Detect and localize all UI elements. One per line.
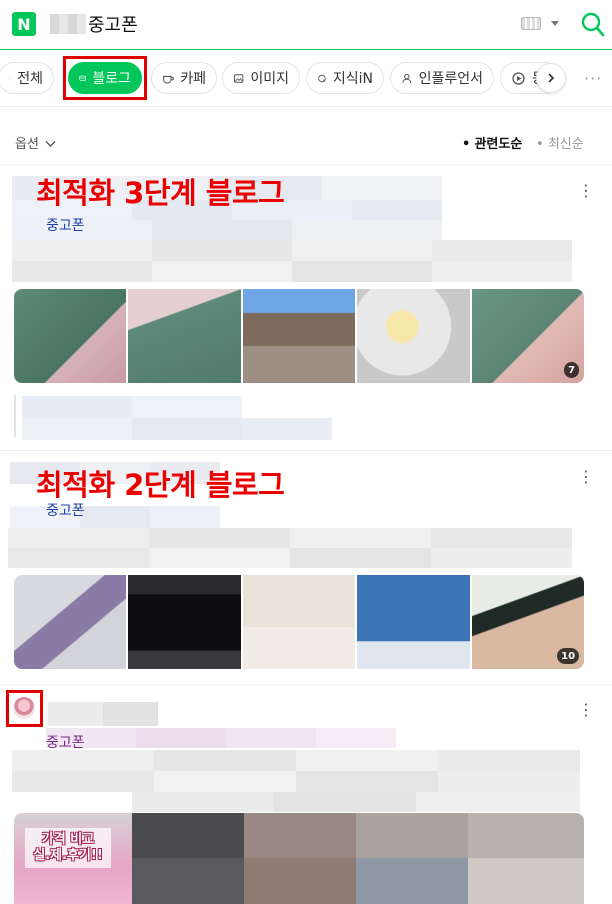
tab-all[interactable]: 전체	[0, 62, 54, 94]
image-strip[interactable]: 7	[14, 289, 584, 383]
result-divider	[0, 450, 612, 451]
sort-relevance-label: 관련도순	[474, 137, 523, 152]
annotation-title: 최적화 2단계 블로그	[36, 468, 285, 502]
knowledge-q-icon	[318, 74, 326, 82]
naver-logo[interactable]: N	[12, 12, 36, 36]
search-icon[interactable]	[580, 10, 606, 38]
chevron-right-icon	[548, 73, 555, 83]
blurred-snippet	[12, 240, 572, 282]
highlight-box-avatar	[6, 690, 43, 727]
tabs-divider	[0, 106, 612, 107]
phone-photo-thumbnail[interactable]	[357, 575, 470, 669]
sort-latest[interactable]: • 최신순	[536, 133, 584, 152]
sort-latest-label: 최신순	[547, 137, 584, 152]
highlight-box-blog-tab	[63, 56, 147, 100]
tab-cafe[interactable]: 카페	[151, 62, 217, 94]
play-circle-icon	[512, 71, 525, 85]
tabs-next-button[interactable]	[536, 63, 566, 93]
blurred-blog-name	[48, 702, 158, 726]
image-strip[interactable]: 10	[14, 575, 584, 669]
keyboard-icon[interactable]	[521, 17, 541, 30]
quote-bar	[14, 395, 16, 437]
tab-label: 카페	[180, 71, 206, 87]
tab-kin[interactable]: 지식iN	[306, 62, 384, 94]
shop-photo-thumbnail[interactable]	[357, 289, 470, 383]
promo-overlay-text: 가격 비교 실.제.후기!!	[25, 828, 111, 868]
tab-image[interactable]: 이미지	[222, 62, 300, 94]
blog-source-name[interactable]: 중고폰	[46, 500, 85, 520]
options-label: 옵션	[15, 137, 39, 152]
promo-line-1: 가격 비교	[41, 832, 95, 847]
chevron-down-icon	[45, 141, 56, 147]
blurred-query-prefix	[50, 14, 86, 34]
tab-influencer[interactable]: 인플루언서	[390, 62, 494, 94]
tab-label: 지식iN	[332, 71, 373, 87]
cafe-cup-icon	[163, 75, 174, 84]
promo-line-2: 실.제.후기!!	[33, 848, 103, 863]
image-icon	[234, 73, 244, 83]
search-header: N 중고폰	[0, 0, 612, 50]
blog-source-name[interactable]: 중고폰	[46, 215, 85, 235]
chevron-left-icon	[9, 77, 11, 79]
more-options-icon[interactable]: ⋮	[578, 183, 594, 199]
person-icon	[402, 73, 412, 83]
tab-label: 이미지	[250, 71, 289, 87]
chevron-down-icon[interactable]	[551, 21, 559, 26]
annotation-title: 최적화 3단계 블로그	[36, 176, 285, 210]
blog-source-name[interactable]: 중고폰	[46, 732, 85, 752]
phone-photo-thumbnail[interactable]: 10	[471, 575, 584, 669]
sort-relevance[interactable]: • 관련도순	[462, 133, 522, 152]
search-query[interactable]: 중고폰	[88, 11, 138, 37]
phone-photo-thumbnail[interactable]	[242, 575, 356, 669]
blurred-title	[46, 728, 396, 748]
tab-label: 전체	[17, 71, 43, 87]
blurred-snippet	[8, 528, 572, 568]
category-tabs: 전체 blog 블로그 카페 이미지 지식iN 인플루언서 동 ···	[0, 55, 612, 103]
options-toggle[interactable]: 옵션	[15, 133, 56, 152]
tab-label: 인플루언서	[418, 71, 483, 87]
result-divider	[0, 684, 612, 685]
more-options-icon[interactable]: ⋮	[578, 469, 594, 485]
image-count-badge: 10	[557, 648, 580, 664]
phone-photo-thumbnail[interactable]	[128, 289, 241, 383]
blurred-snippet	[12, 750, 580, 812]
more-menu-icon[interactable]: ···	[584, 69, 602, 88]
more-options-icon[interactable]: ⋮	[578, 702, 594, 718]
blurred-sub-snippet	[22, 396, 332, 440]
phone-photo-thumbnail[interactable]	[14, 575, 127, 669]
image-count-badge: 7	[564, 362, 580, 378]
phone-photo-thumbnail[interactable]	[14, 289, 127, 383]
result-divider	[0, 164, 612, 165]
phone-photo-thumbnail[interactable]	[128, 575, 241, 669]
phone-photo-thumbnail[interactable]: 7	[471, 289, 584, 383]
street-photo-thumbnail[interactable]	[242, 289, 356, 383]
